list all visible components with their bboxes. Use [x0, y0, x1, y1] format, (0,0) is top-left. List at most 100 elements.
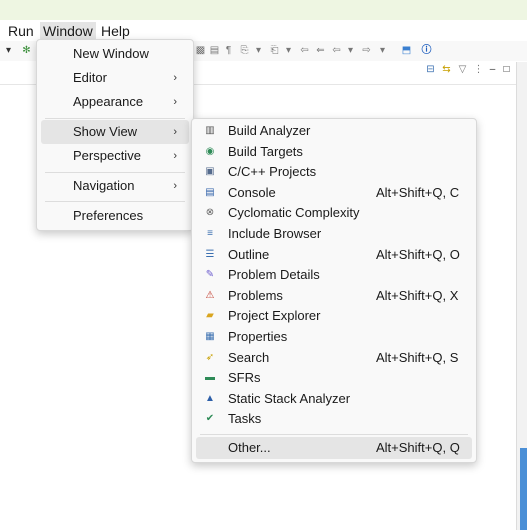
- back-history-icon[interactable]: ⇐: [314, 44, 327, 57]
- filter-icon[interactable]: ▽: [456, 63, 469, 76]
- toggle-mark-icon[interactable]: ▩: [194, 44, 207, 57]
- view-item-outline[interactable]: ☰ Outline Alt+Shift+Q, O: [196, 245, 472, 266]
- menu-item-appearance[interactable]: Appearance ›: [41, 90, 189, 114]
- back-dropdown-icon[interactable]: ▾: [344, 44, 357, 57]
- annotation-dropdown-icon[interactable]: ▾: [252, 44, 265, 57]
- view-item-shortcut: Alt+Shift+Q, X: [376, 287, 459, 303]
- debug-icon[interactable]: ✻: [20, 44, 33, 57]
- view-item-shortcut: Alt+Shift+Q, O: [376, 246, 460, 262]
- view-item-label: Static Stack Analyzer: [228, 390, 351, 406]
- chevron-right-icon: ›: [173, 96, 177, 108]
- menu-separator: [45, 118, 185, 119]
- menu-item-label: Preferences: [73, 208, 144, 223]
- menu-window[interactable]: Window: [40, 22, 96, 40]
- menu-item-label: New Window: [73, 46, 149, 61]
- view-item-label: Console: [228, 184, 276, 200]
- info-icon[interactable]: ⓘ: [420, 44, 433, 57]
- collapse-all-icon[interactable]: ⊟: [424, 63, 437, 76]
- include-icon: ≡: [207, 228, 213, 239]
- view-item-label: Search: [228, 349, 270, 365]
- view-item-project-explorer[interactable]: ▰ Project Explorer: [196, 306, 472, 327]
- view-item-cpp-projects[interactable]: ▣ C/C++ Projects: [196, 162, 472, 183]
- view-item-cyclomatic-complexity[interactable]: ⊗ Cyclomatic Complexity: [196, 203, 472, 224]
- menu-item-show-view[interactable]: Show View ›: [41, 120, 189, 144]
- show-view-submenu: ▥ Build Analyzer ◉ Build Targets ▣ C/C++…: [191, 118, 477, 463]
- view-item-shortcut: Alt+Shift+Q, S: [376, 349, 459, 365]
- last-edit-icon[interactable]: ⇦: [298, 44, 311, 57]
- menu-item-preferences[interactable]: Preferences: [41, 204, 189, 228]
- menu-help[interactable]: Help: [98, 22, 133, 40]
- outline-icon: ☰: [205, 248, 215, 260]
- forward-icon[interactable]: ⇨: [360, 44, 373, 57]
- view-item-label: Outline: [228, 246, 270, 262]
- pilcrow-icon[interactable]: ¶: [222, 44, 235, 57]
- view-item-label: Project Explorer: [228, 308, 321, 324]
- menu-run[interactable]: Run: [5, 22, 37, 40]
- link-editor-icon[interactable]: ⇆: [440, 63, 453, 76]
- view-item-label: Problems: [228, 287, 283, 303]
- tasks-icon: ✔: [205, 413, 215, 425]
- search-icon: ➶: [205, 351, 215, 363]
- view-item-include-browser[interactable]: ≡ Include Browser: [196, 224, 472, 245]
- view-item-label: Properties: [228, 329, 288, 344]
- minimize-icon[interactable]: –: [486, 63, 499, 76]
- view-item-console[interactable]: ▤ Console Alt+Shift+Q, C: [196, 183, 472, 204]
- view-item-shortcut: Alt+Shift+Q, C: [376, 184, 460, 200]
- back-icon[interactable]: ⇦: [330, 44, 343, 57]
- view-item-problem-details[interactable]: ✎ Problem Details: [196, 265, 472, 286]
- view-item-tasks[interactable]: ✔ Tasks: [196, 409, 472, 430]
- forward-dropdown-icon[interactable]: ▾: [376, 44, 389, 57]
- stack-icon: ▲: [205, 392, 215, 404]
- scrollbar-thumb[interactable]: [520, 448, 527, 530]
- view-item-shortcut: Alt+Shift+Q, Q: [376, 440, 460, 455]
- maximize-icon[interactable]: □: [500, 63, 513, 76]
- menu-separator: [200, 434, 468, 435]
- chevron-right-icon: ›: [173, 126, 177, 138]
- menu-separator: [45, 172, 185, 173]
- view-item-label: Build Analyzer: [228, 123, 311, 138]
- open-perspective-icon[interactable]: ⬒: [400, 44, 413, 57]
- vertical-scrollbar[interactable]: [516, 62, 527, 530]
- view-item-label: SFRs: [228, 370, 261, 386]
- menu-item-label: Show View: [73, 124, 138, 139]
- menu-item-editor[interactable]: Editor ›: [41, 66, 189, 90]
- view-item-static-stack-analyzer[interactable]: ▲ Static Stack Analyzer: [196, 389, 472, 410]
- menu-item-label: Navigation: [73, 178, 135, 193]
- dropdown-arrow-icon[interactable]: ▾: [2, 44, 15, 57]
- next-dropdown-icon[interactable]: ▾: [282, 44, 295, 57]
- menu-item-label: Appearance: [73, 94, 144, 109]
- view-item-label: Cyclomatic Complexity: [228, 205, 360, 221]
- annotation-icon[interactable]: ⎘: [238, 44, 251, 57]
- menu-item-navigation[interactable]: Navigation ›: [41, 174, 189, 198]
- problems-icon: ⚠: [205, 289, 215, 301]
- view-item-label: C/C++ Projects: [228, 164, 317, 180]
- view-item-problems[interactable]: ⚠ Problems Alt+Shift+Q, X: [196, 286, 472, 307]
- target-icon: ◉: [205, 145, 215, 157]
- bar-chart-icon: ▥: [205, 125, 215, 136]
- complexity-icon: ⊗: [205, 207, 215, 219]
- view-item-sfrs[interactable]: ▬ SFRs: [196, 368, 472, 389]
- view-menu-icon[interactable]: ⋮: [472, 63, 485, 76]
- view-item-build-targets[interactable]: ◉ Build Targets: [196, 142, 472, 163]
- menu-item-label: Perspective: [73, 148, 141, 163]
- next-annotation-icon[interactable]: ⎗: [268, 44, 281, 57]
- view-item-label: Build Targets: [228, 143, 303, 159]
- menu-separator: [45, 201, 185, 202]
- view-item-build-analyzer[interactable]: ▥ Build Analyzer: [196, 121, 472, 142]
- view-item-search[interactable]: ➶ Search Alt+Shift+Q, S: [196, 348, 472, 369]
- view-item-other[interactable]: Other... Alt+Shift+Q, Q: [196, 437, 472, 459]
- title-bar: [0, 0, 527, 20]
- window-menu: New Window Editor › Appearance › Show Vi…: [36, 39, 194, 231]
- show-whitespace-icon[interactable]: ▤: [208, 44, 221, 57]
- menu-item-new-window[interactable]: New Window: [41, 42, 189, 66]
- view-item-label: Tasks: [228, 411, 262, 427]
- problem-details-icon: ✎: [205, 269, 215, 281]
- properties-icon: ▦: [205, 331, 215, 342]
- projects-icon: ▣: [205, 166, 215, 178]
- view-item-properties[interactable]: ▦ Properties: [196, 327, 472, 348]
- console-icon: ▤: [205, 186, 215, 198]
- sfr-icon: ▬: [205, 372, 215, 384]
- menu-item-perspective[interactable]: Perspective ›: [41, 144, 189, 168]
- chevron-right-icon: ›: [173, 150, 177, 162]
- view-item-label: Problem Details: [228, 267, 320, 283]
